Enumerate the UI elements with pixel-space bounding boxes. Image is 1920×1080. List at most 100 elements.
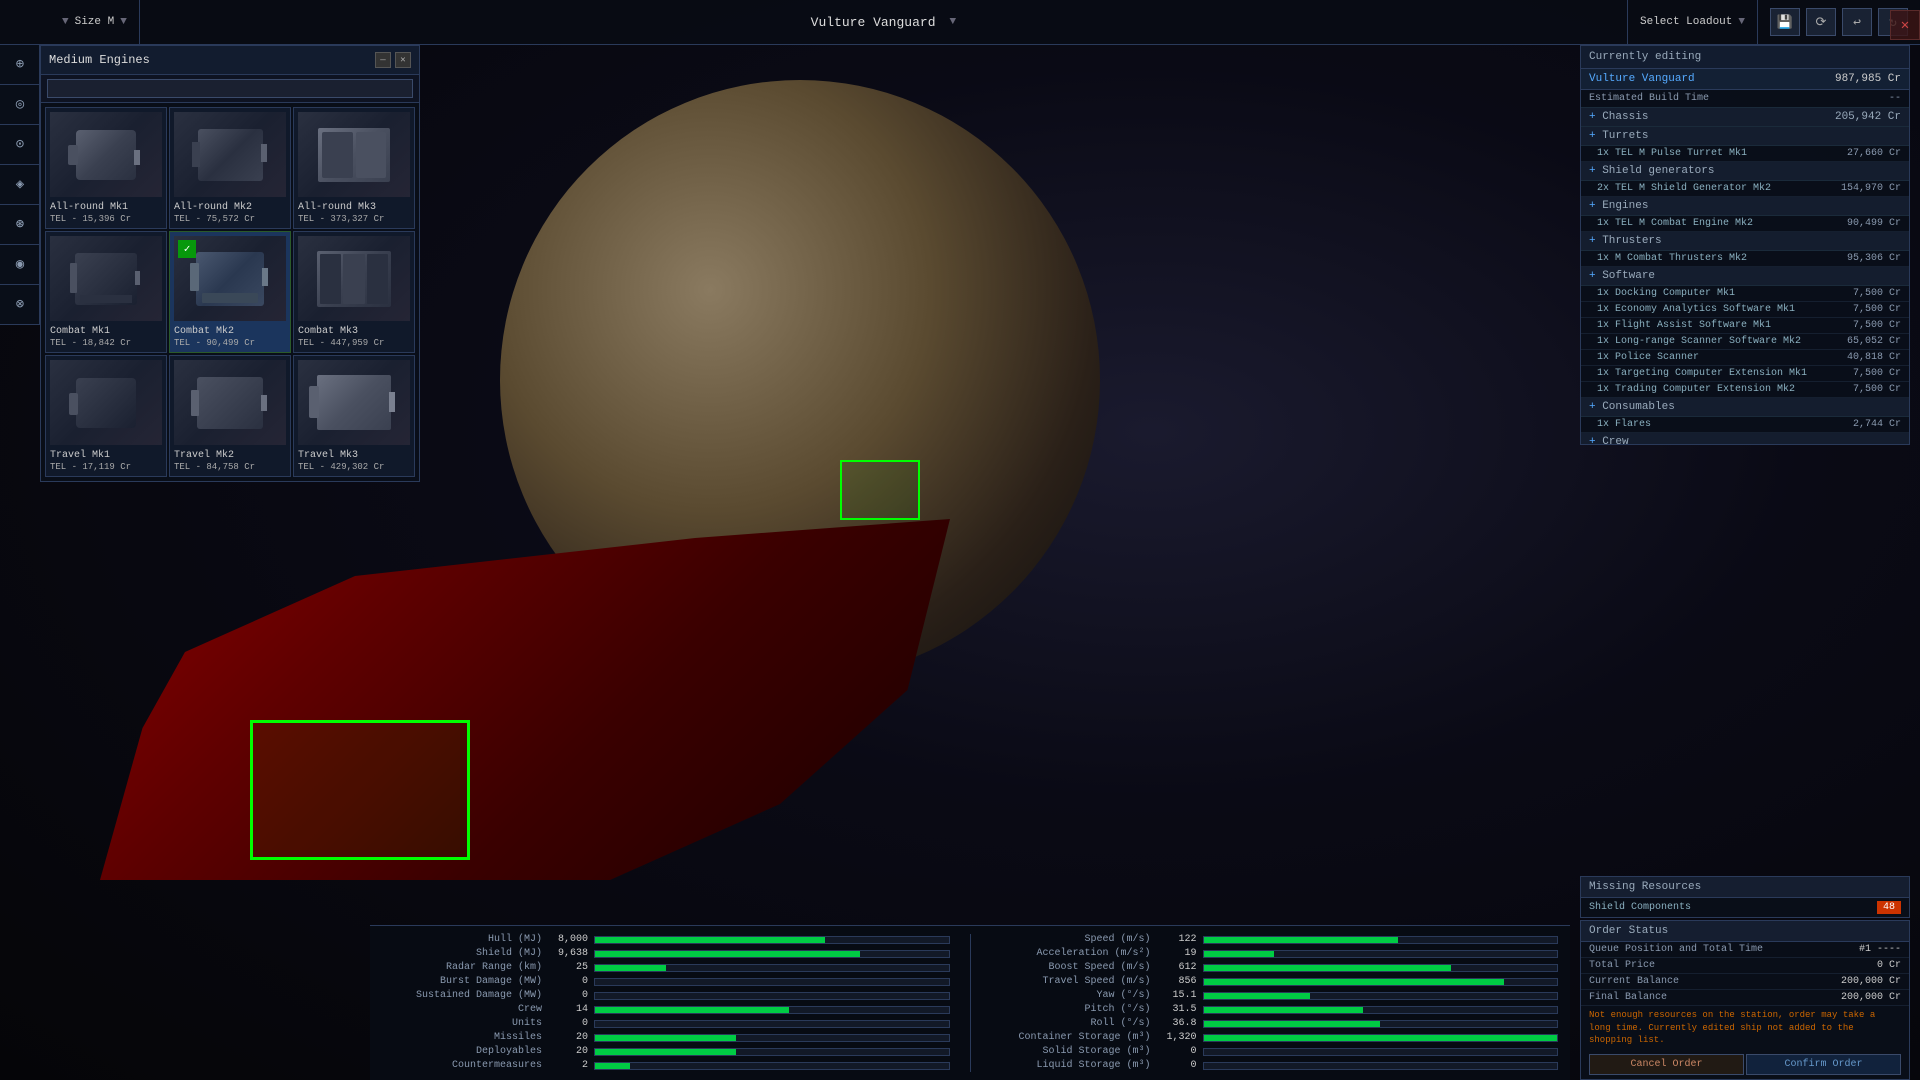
stat-bar-container	[594, 978, 950, 986]
size-label: Size M	[75, 16, 115, 28]
stat-value: 612	[1157, 962, 1197, 973]
engine-price: TEL - 75,572 Cr	[174, 214, 286, 224]
size-selector[interactable]: ▼ Size M ▼	[50, 0, 140, 44]
stat-value: 122	[1157, 934, 1197, 945]
stat-label: Roll (°/s)	[991, 1018, 1151, 1029]
missing-resources-header: Missing Resources	[1581, 877, 1909, 898]
stat-label: Crew	[382, 1004, 542, 1015]
crew-category[interactable]: + Crew	[1581, 433, 1909, 445]
stat-value: 856	[1157, 976, 1197, 987]
stat-label: Liquid Storage (m³)	[991, 1060, 1151, 1071]
search-input[interactable]	[47, 79, 413, 98]
stat-value: 36.8	[1157, 1018, 1197, 1029]
stat-label: Pitch (°/s)	[991, 1004, 1151, 1015]
left-sidebar: ⊕ ◎ ⊙ ◈ ⊛ ◉ ⊗	[0, 45, 40, 325]
cancel-order-button[interactable]: Cancel Order	[1589, 1054, 1744, 1075]
close-button[interactable]: ✕	[1890, 10, 1920, 40]
order-final-label: Final Balance	[1589, 992, 1667, 1003]
loadout-selector[interactable]: Select Loadout ▼	[1628, 0, 1758, 44]
stat-row: Burst Damage (MW)0	[382, 976, 950, 987]
turrets-category[interactable]: + Turrets	[1581, 127, 1909, 146]
stat-value: 9,638	[548, 948, 588, 959]
thrusters-category[interactable]: + Thrusters	[1581, 232, 1909, 251]
shield-expand[interactable]: +	[1589, 165, 1596, 177]
stat-bar-container	[1203, 978, 1559, 986]
stats-col-left: Hull (MJ)8,000Shield (MJ)9,638Radar Rang…	[382, 934, 950, 1072]
stat-value: 0	[548, 990, 588, 1001]
stat-value: 8,000	[548, 934, 588, 945]
stat-bar	[1204, 979, 1504, 985]
thrusters-expand[interactable]: +	[1589, 235, 1596, 247]
stat-row: Roll (°/s) 36.8	[991, 1018, 1559, 1029]
stat-bar-container	[594, 1048, 950, 1056]
chassis-expand[interactable]: +	[1589, 111, 1596, 123]
currently-editing-panel: Currently editing Vulture Vanguard 987,9…	[1580, 45, 1910, 445]
stat-label: Countermeasures	[382, 1060, 542, 1071]
close-panel-button[interactable]: ✕	[395, 52, 411, 68]
stat-value: 0	[1157, 1046, 1197, 1057]
save-button[interactable]: 💾	[1770, 8, 1800, 36]
stat-value: 0	[548, 976, 588, 987]
engine-item-allround-mk1[interactable]: All-round Mk1 TEL - 15,396 Cr	[45, 107, 167, 229]
stat-label: Travel Speed (m/s)	[991, 976, 1151, 987]
engine-item-allround-mk2[interactable]: All-round Mk2 TEL - 75,572 Cr	[169, 107, 291, 229]
ship-dropdown-arrow[interactable]: ▼	[950, 16, 957, 28]
crew-expand[interactable]: +	[1589, 436, 1596, 445]
stat-label: Acceleration (m/s²)	[991, 948, 1151, 959]
chevron-right-icon[interactable]: ▼	[120, 16, 127, 28]
build-time-row: Estimated Build Time --	[1581, 90, 1909, 108]
sidebar-icon-6[interactable]: ◉	[0, 245, 40, 285]
turrets-expand[interactable]: +	[1589, 130, 1596, 142]
ship-name-selector[interactable]: Vulture Vanguard ▼	[140, 0, 1628, 44]
sidebar-icon-4[interactable]: ◈	[0, 165, 40, 205]
loadout-dropdown-arrow[interactable]: ▼	[1738, 16, 1745, 28]
software-category[interactable]: + Software	[1581, 267, 1909, 286]
engines-expand[interactable]: +	[1589, 200, 1596, 212]
engine-item-travel-mk2[interactable]: Travel Mk2 TEL - 84,758 Cr	[169, 355, 291, 477]
medium-engines-panel: Medium Engines — ✕ All-round Mk1 TEL - 1…	[40, 45, 420, 482]
consumables-category[interactable]: + Consumables	[1581, 398, 1909, 417]
panel-title: Medium Engines	[49, 53, 150, 67]
engine-item-travel-mk3[interactable]: Travel Mk3 TEL - 429,302 Cr	[293, 355, 415, 477]
editing-ship-name: Vulture Vanguard	[1589, 73, 1695, 85]
engine-item-travel-mk1[interactable]: Travel Mk1 TEL - 17,119 Cr	[45, 355, 167, 477]
engine-item-combat-mk2[interactable]: ✓ Combat Mk2 TEL - 90,499 Cr	[169, 231, 291, 353]
order-final-row: Final Balance 200,000 Cr	[1581, 990, 1909, 1006]
chassis-category[interactable]: + Chassis 205,942 Cr	[1581, 108, 1909, 127]
engine-item-combat-mk1[interactable]: Combat Mk1 TEL - 18,842 Cr	[45, 231, 167, 353]
ship-name-row: Vulture Vanguard 987,985 Cr	[1581, 69, 1909, 90]
shield-category[interactable]: + Shield generators	[1581, 162, 1909, 181]
order-buttons: Cancel Order Confirm Order	[1581, 1050, 1909, 1079]
stat-value: 1,320	[1157, 1032, 1197, 1043]
sidebar-icon-7[interactable]: ⊗	[0, 285, 40, 325]
confirm-order-button[interactable]: Confirm Order	[1746, 1054, 1901, 1075]
top-bar: ▼ Size M ▼ Vulture Vanguard ▼ Select Loa…	[0, 0, 1920, 45]
engine-thumb	[50, 236, 162, 321]
engine-item-combat-mk3[interactable]: Combat Mk3 TEL - 447,959 Cr	[293, 231, 415, 353]
sidebar-icon-2[interactable]: ◎	[0, 85, 40, 125]
order-total-label: Total Price	[1589, 960, 1655, 971]
stat-bar-container	[594, 1006, 950, 1014]
editing-ship-total: 987,985 Cr	[1835, 73, 1901, 85]
sidebar-icon-3[interactable]: ⊙	[0, 125, 40, 165]
engine-price: TEL - 90,499 Cr	[174, 338, 286, 348]
engines-category[interactable]: + Engines	[1581, 197, 1909, 216]
stat-bar-container	[594, 1020, 950, 1028]
engine-item-allround-mk3[interactable]: All-round Mk3 TEL - 373,327 Cr	[293, 107, 415, 229]
currently-editing-label: Currently editing	[1589, 51, 1701, 63]
engine-thumb	[298, 236, 410, 321]
sidebar-icon-1[interactable]: ⊕	[0, 45, 40, 85]
consumables-expand[interactable]: +	[1589, 401, 1596, 413]
minimize-button[interactable]: —	[375, 52, 391, 68]
undo-button[interactable]: ↩	[1842, 8, 1872, 36]
refresh-button[interactable]: ⟳	[1806, 8, 1836, 36]
stat-row: Units0	[382, 1018, 950, 1029]
sidebar-icon-5[interactable]: ⊛	[0, 205, 40, 245]
stat-bar-container	[594, 1034, 950, 1042]
engine-thumb	[50, 360, 162, 445]
chevron-left-icon[interactable]: ▼	[62, 16, 69, 28]
engine-name: All-round Mk2	[174, 201, 286, 214]
stat-bar-container	[1203, 1048, 1559, 1056]
stat-bar	[595, 937, 825, 943]
software-expand[interactable]: +	[1589, 270, 1596, 282]
